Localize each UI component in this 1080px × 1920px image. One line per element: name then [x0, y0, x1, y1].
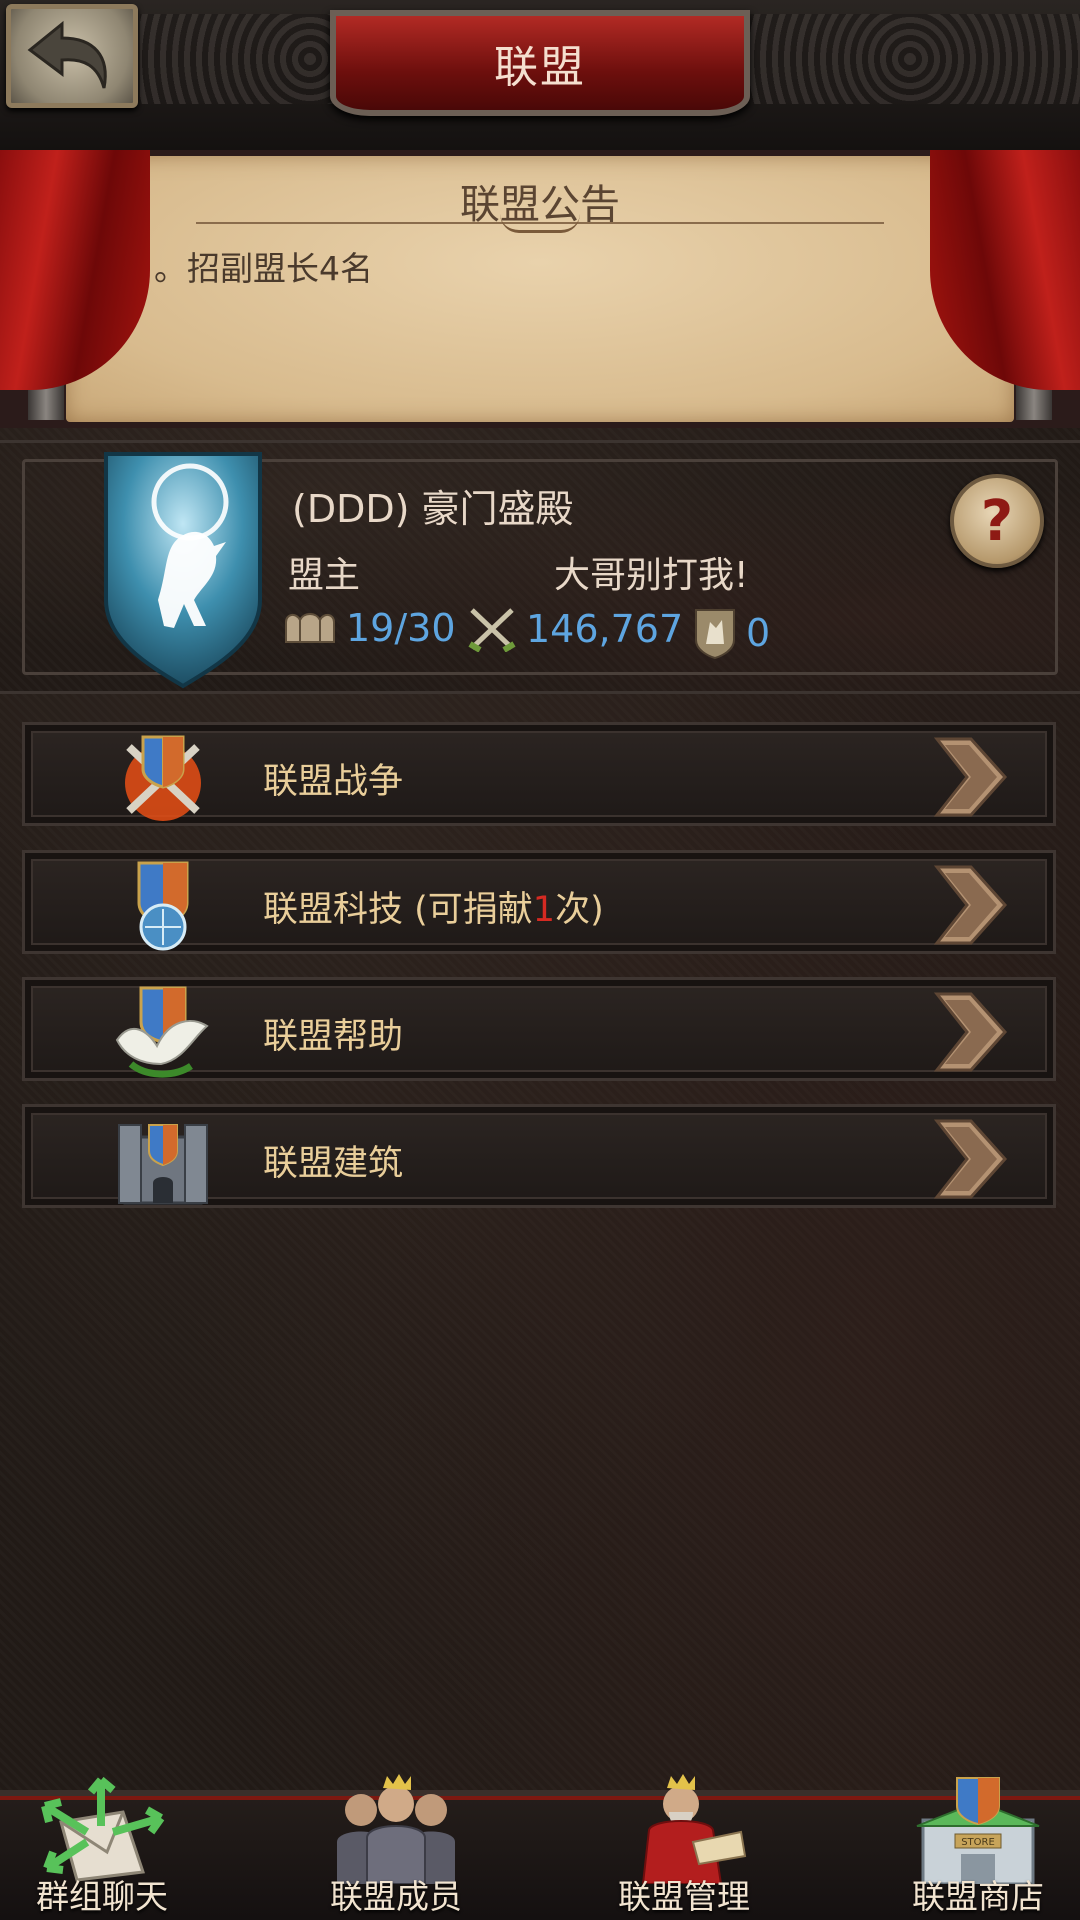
title-plate: 联盟 — [330, 10, 750, 116]
question-mark-icon: ? — [980, 488, 1014, 554]
group-chat-icon — [41, 1776, 165, 1882]
header-bar: 联盟 — [0, 0, 1080, 154]
nav-management[interactable]: 联盟管理 — [584, 1772, 784, 1920]
page-title: 联盟 — [494, 42, 586, 93]
menu-alliance-war-label: 联盟战争 — [263, 762, 404, 802]
leader-label: 盟主 — [288, 555, 361, 596]
alliance-tech-icon — [137, 861, 189, 951]
nav-group-chat[interactable]: 群组聊天 — [2, 1772, 202, 1920]
chevron-right-icon — [933, 992, 1008, 1072]
nav-management-label: 联盟管理 — [618, 1877, 750, 1916]
menu-alliance-help-label: 联盟帮助 — [263, 1017, 404, 1057]
menu-alliance-tech[interactable]: 联盟科技 (可捐献1次) — [22, 850, 1056, 954]
crossed-swords-icon — [468, 608, 516, 652]
announcement-parchment[interactable]: 联盟公告 。。。招副盟长4名 — [66, 156, 1014, 422]
nav-shop[interactable]: STORE 联盟商店 — [878, 1772, 1078, 1920]
back-arrow-icon — [27, 20, 107, 89]
nav-group-chat-label: 群组聊天 — [36, 1877, 168, 1916]
tech-label-suffix: 次) — [555, 890, 604, 930]
divider-ornament — [500, 214, 580, 233]
leader-name: 大哥别打我! — [554, 555, 749, 596]
announcement-text: 。。。招副盟长4名 — [121, 249, 373, 288]
alliance-help-icon — [115, 986, 209, 1078]
back-button[interactable] — [6, 4, 138, 108]
menu-alliance-buildings[interactable]: 联盟建筑 — [22, 1104, 1056, 1208]
nav-members[interactable]: 联盟成员 — [296, 1772, 496, 1920]
nav-shop-label: 联盟商店 — [912, 1877, 1044, 1916]
tech-label-prefix: 联盟科技 (可捐献 — [263, 890, 533, 930]
members-icon — [285, 613, 335, 643]
alliance-shield-icon[interactable] — [98, 450, 268, 690]
menu-alliance-war[interactable]: 联盟战争 — [22, 722, 1056, 826]
alliance-name: (DDD) 豪门盛殿 — [292, 487, 574, 531]
ornament-right — [740, 14, 1080, 104]
power-stat: 146,767 — [466, 606, 683, 652]
honor-stat: 0 — [692, 606, 770, 660]
alliance-management-icon — [641, 1774, 747, 1884]
alliance-buildings-icon — [118, 1124, 208, 1205]
svg-text:STORE: STORE — [961, 1837, 995, 1848]
alliance-store-icon: STORE — [916, 1777, 1040, 1884]
alliance-war-icon — [125, 735, 201, 821]
chevron-right-icon — [933, 737, 1008, 817]
menu-alliance-buildings-label: 联盟建筑 — [263, 1144, 404, 1184]
menu-alliance-help[interactable]: 联盟帮助 — [22, 977, 1056, 1081]
alliance-members-icon — [337, 1774, 455, 1884]
chevron-right-icon — [933, 865, 1008, 945]
members-stat: 19/30 — [282, 606, 456, 650]
wolf-banner-icon — [695, 609, 735, 660]
help-button[interactable]: ? — [950, 474, 1044, 568]
nav-members-label: 联盟成员 — [330, 1877, 462, 1916]
chevron-right-icon — [933, 1119, 1008, 1199]
donation-count: 1 — [532, 890, 556, 930]
announcement-panel: 联盟公告 。。。招副盟长4名 — [0, 150, 1080, 428]
honor-value: 0 — [746, 611, 771, 655]
power-value: 146,767 — [526, 607, 684, 651]
menu-alliance-tech-label: 联盟科技 (可捐献1次) — [263, 881, 604, 932]
members-count: 19/30 — [346, 606, 456, 650]
